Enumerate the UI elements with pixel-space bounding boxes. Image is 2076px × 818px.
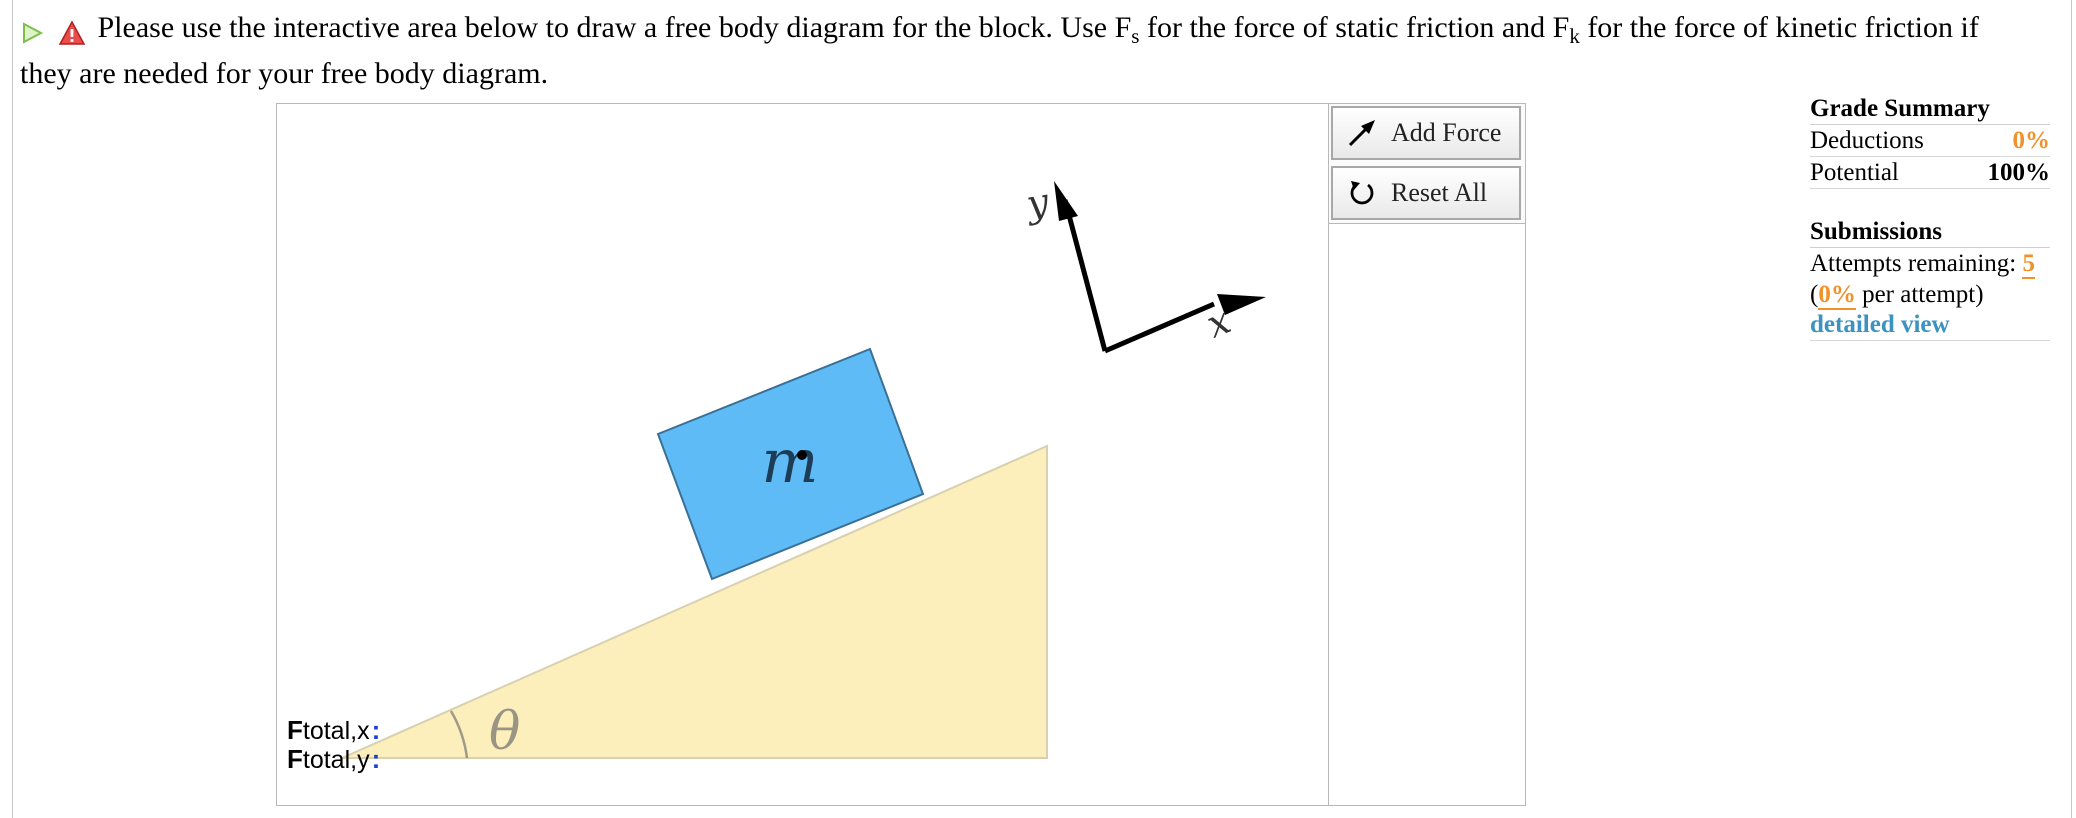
angle-label: θ [489, 702, 520, 762]
axis-y-label: y [1021, 179, 1052, 226]
grade-summary-heading: Grade Summary [1810, 94, 2050, 125]
potential-value: 100% [1987, 159, 2051, 186]
fbd-workspace: θ m y x Ftotal,x: Ftotal,y: Add Force Re… [276, 103, 1526, 806]
attempts-remaining: Attempts remaining: 5 [1810, 248, 2050, 279]
total-force-x: Ftotal,x: [287, 716, 380, 745]
total-y-subscript: total,y [302, 746, 370, 774]
play-icon[interactable] [20, 21, 44, 45]
question-prompt: Please use the interactive area below to… [20, 6, 2020, 95]
coordinate-axes [1054, 181, 1266, 354]
add-force-label: Add Force [1391, 118, 1502, 147]
potential-label: Potential [1810, 159, 1899, 186]
grade-summary-panel: Grade Summary Deductions 0% Potential 10… [1810, 94, 2050, 341]
reset-all-label: Reset All [1391, 178, 1488, 207]
submissions-heading: Submissions [1810, 217, 2050, 248]
fbd-toolbar: Add Force Reset All [1329, 104, 1525, 224]
warning-icon [58, 20, 85, 45]
deductions-value: 0% [2012, 127, 2051, 154]
per-attempt: (0% per attempt) [1810, 279, 2050, 310]
deductions-row: Deductions 0% [1810, 125, 2050, 157]
potential-row: Potential 100% [1810, 157, 2050, 189]
drawing-canvas[interactable]: θ m y x Ftotal,x: Ftotal,y: [277, 104, 1329, 805]
reset-icon [1350, 181, 1374, 205]
total-y-colon: : [371, 744, 381, 774]
total-x-subscript: total,x [302, 717, 370, 745]
total-force-y: Ftotal,y: [287, 745, 380, 774]
prompt-text-a: Please use the interactive area below to… [97, 11, 1132, 44]
deductions-label: Deductions [1810, 127, 1924, 154]
add-force-button[interactable]: Add Force [1331, 106, 1521, 160]
per-attempt-value: 0% [1818, 281, 1856, 310]
mass-label: m [762, 427, 819, 497]
prompt-sub-k: k [1569, 24, 1580, 48]
attempts-value: 5 [2022, 250, 2035, 279]
detailed-view-link[interactable]: detailed view [1810, 310, 2050, 341]
reset-all-button[interactable]: Reset All [1331, 166, 1521, 220]
total-x-colon: : [371, 715, 381, 745]
total-y-symbol: F [287, 744, 303, 774]
arrow-icon [1348, 120, 1375, 147]
center-of-mass-dot [797, 450, 807, 460]
total-x-symbol: F [287, 715, 303, 745]
per-attempt-text: per attempt) [1855, 281, 1984, 308]
prompt-text-b: for the force of static friction and F [1139, 11, 1570, 44]
attempts-label: Attempts remaining: [1810, 250, 2017, 277]
